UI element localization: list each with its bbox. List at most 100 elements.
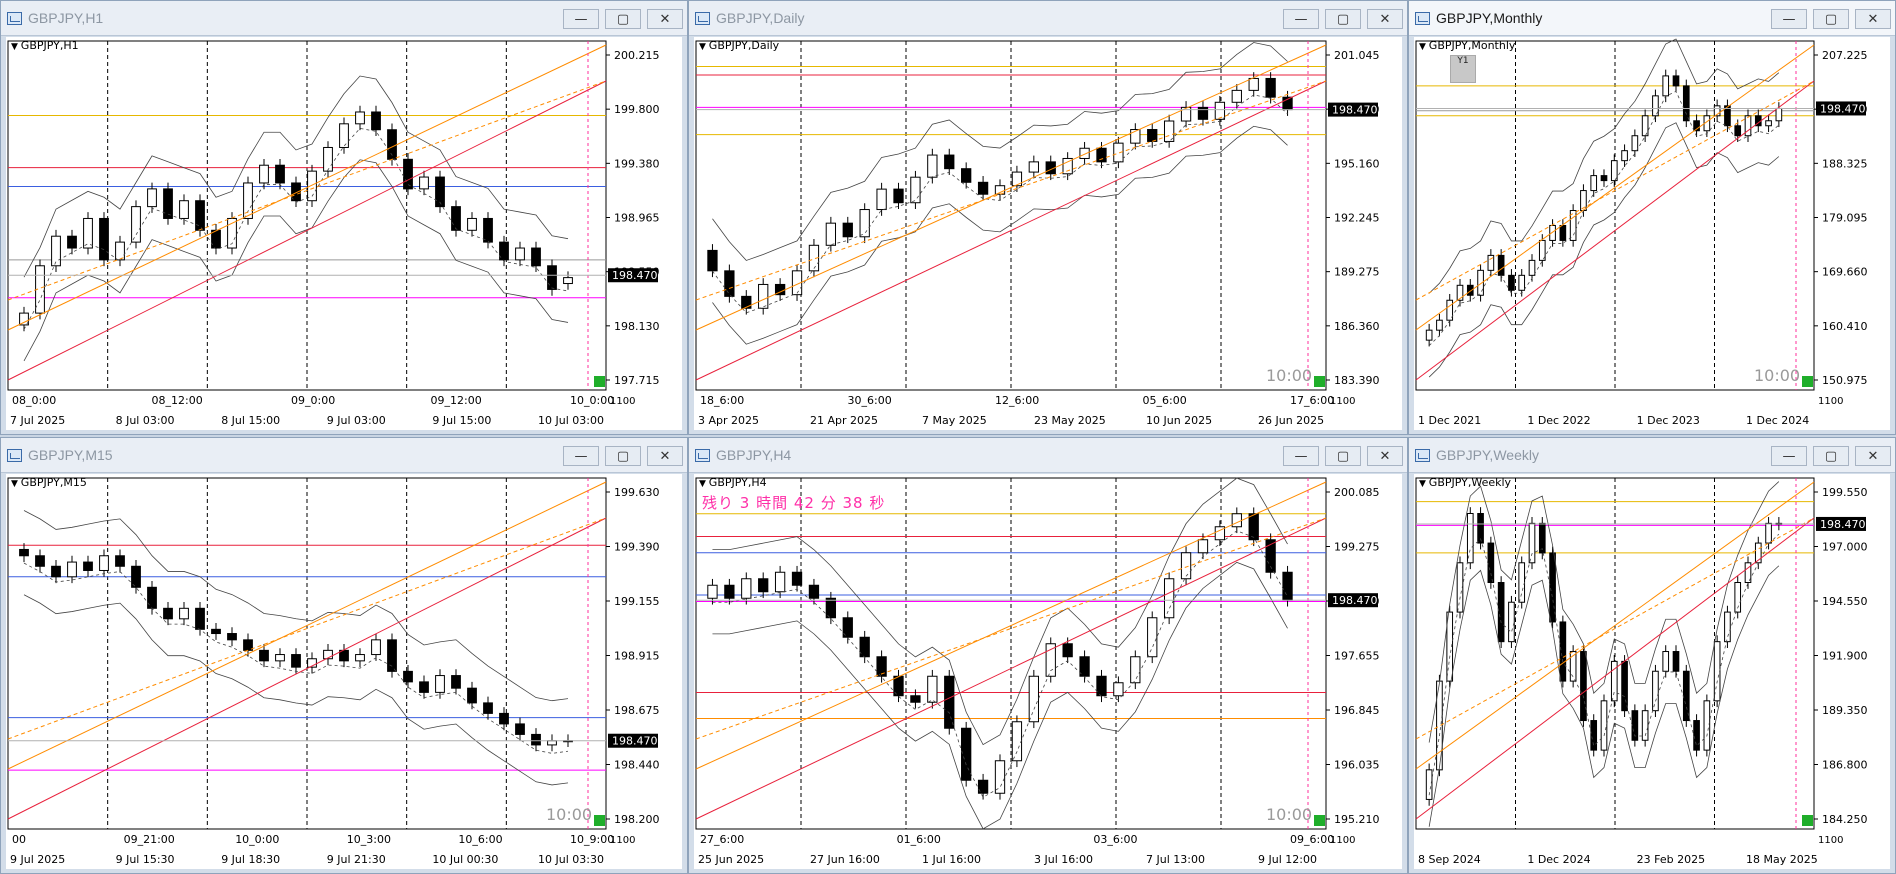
close-button[interactable]: ✕ (1367, 9, 1403, 29)
candle (707, 584, 718, 599)
title-bar[interactable]: GBPJPY,M15 — ▢ ✕ (1, 438, 687, 473)
x-axis-label-bottom: 8 Jul 03:00 (116, 414, 175, 427)
candle (1248, 77, 1259, 91)
price-chart[interactable]: 207.225 198.470 188.325 179.095 169.660 160.4… (1414, 37, 1890, 430)
candle (259, 649, 269, 662)
candle (99, 217, 109, 261)
candle (859, 636, 870, 658)
chart-area[interactable]: 200.085 199.275 198.470 197.655 196.845 196.0… (694, 474, 1402, 869)
maximize-button[interactable]: ▢ (605, 446, 641, 466)
minimize-button[interactable]: — (1771, 9, 1807, 29)
candle (83, 217, 93, 249)
period-mini-panel[interactable]: Y1 (1450, 55, 1476, 83)
candle (1652, 670, 1659, 712)
green-status-marker[interactable] (1802, 815, 1813, 826)
x-axis-label-bottom: 9 Jul 03:00 (327, 414, 386, 427)
title-bar[interactable]: GBPJPY,H4 — ▢ ✕ (689, 438, 1407, 473)
green-status-marker[interactable] (594, 376, 605, 387)
x-axis-label-top: 05_6:00 (1143, 394, 1187, 407)
close-button[interactable]: ✕ (1855, 9, 1891, 29)
candle-timer: 10:00 (1754, 366, 1801, 385)
title-bar[interactable]: GBPJPY,Daily — ▢ ✕ (689, 1, 1407, 36)
x-axis-label-bottom: 1 Dec 2021 (1418, 414, 1481, 427)
close-button[interactable]: ✕ (647, 9, 683, 29)
x-axis-label-top: 10_6:00 (458, 833, 502, 846)
chart-window-m15[interactable]: GBPJPY,M15 — ▢ ✕ 199.630 199.390 199.155 198.91… (0, 437, 688, 874)
close-button[interactable]: ✕ (647, 446, 683, 466)
title-bar[interactable]: GBPJPY,Weekly — ▢ ✕ (1409, 438, 1895, 473)
y-axis-label: 160.410 (1822, 320, 1868, 333)
candle (275, 164, 285, 184)
x-axis-label-top: 09_6:00 (1290, 833, 1334, 846)
y-axis-label: 183.390 (1334, 374, 1380, 387)
title-bar[interactable]: GBPJPY,H1 — ▢ ✕ (1, 1, 687, 36)
chart-window-h4[interactable]: GBPJPY,H4 — ▢ ✕ 200.085 199.275 198.470 197.655… (688, 437, 1408, 874)
chart-symbol-label: GBPJPY,Daily (699, 39, 779, 52)
candle (741, 578, 752, 599)
y-axis-label: 199.275 (1334, 541, 1380, 554)
price-chart[interactable]: 199.550 197.000 194.550 191.900 189.350 186.8… (1414, 474, 1890, 869)
chart-area[interactable]: 199.550 197.000 194.550 191.900 189.350 186.8… (1414, 474, 1890, 869)
title-bar[interactable]: GBPJPY,Monthly — ▢ ✕ (1409, 1, 1895, 36)
x-axis-label-top: 10_0:00 (570, 394, 614, 407)
x-axis-label-bottom: 23 May 2025 (1034, 414, 1106, 427)
candle (1724, 611, 1731, 643)
maximize-button[interactable]: ▢ (605, 9, 641, 29)
band-line (712, 477, 1288, 746)
maximize-button[interactable]: ▢ (1325, 9, 1361, 29)
candle (115, 241, 125, 261)
candle (67, 561, 77, 578)
chart-window-monthly[interactable]: GBPJPY,Monthly — ▢ ✕ 207.225 198.470 188.325 17… (1408, 0, 1896, 435)
chart-window-icon (7, 449, 22, 462)
chart-area[interactable]: 200.215199.800199.380198.965198.550198.1… (6, 37, 682, 430)
x-axis-label-top: 17_6:00 (1290, 394, 1334, 407)
y-axis-label: 195.210 (1334, 813, 1380, 826)
chart-window-h1[interactable]: GBPJPY,H1 — ▢ ✕ 200.215 199.800 199.380 198.965… (0, 0, 688, 435)
price-chart[interactable]: 200.215199.800199.380198.965198.550198.1… (6, 37, 682, 430)
green-status-marker[interactable] (1314, 815, 1325, 826)
chart-window-daily[interactable]: GBPJPY,Daily — ▢ ✕ 201.045198.130195.160192.… (688, 0, 1408, 435)
chart-window-weekly[interactable]: GBPJPY,Weekly — ▢ ✕ 199.550 197.000 194.550 191… (1408, 437, 1896, 874)
candle (1631, 135, 1639, 152)
candle (977, 181, 989, 195)
candle (179, 607, 189, 620)
green-status-marker[interactable] (1314, 376, 1325, 387)
candle (724, 584, 735, 599)
x-axis-label-bottom: 3 Jul 16:00 (1034, 853, 1093, 866)
green-status-marker[interactable] (594, 815, 605, 826)
maximize-button[interactable]: ▢ (1325, 446, 1361, 466)
x-axis-label-bottom: 1 Dec 2023 (1637, 414, 1700, 427)
x-axis-label-bottom: 9 Jul 12:00 (1258, 853, 1317, 866)
candle (115, 555, 125, 567)
green-status-marker[interactable] (1802, 376, 1813, 387)
minimize-button[interactable]: — (1283, 446, 1319, 466)
x-axis-label-top: 08_12:00 (152, 394, 203, 407)
candle (876, 188, 887, 211)
chart-area[interactable]: 201.045198.130195.160192.245189.275186.3… (694, 37, 1402, 430)
candle (467, 217, 477, 231)
candle (707, 249, 718, 272)
minimize-button[interactable]: — (1771, 446, 1807, 466)
maximize-button[interactable]: ▢ (1813, 446, 1849, 466)
minimize-button[interactable]: — (1283, 9, 1319, 29)
candle (825, 597, 837, 619)
y-axis-label: 198.440 (614, 759, 660, 772)
minimize-button[interactable]: — (563, 9, 599, 29)
chart-area[interactable]: 199.630 199.390 199.155 198.915 198.675 198.4… (6, 474, 682, 869)
minimize-button[interactable]: — (563, 446, 599, 466)
candle (35, 555, 45, 567)
x-axis-label-bottom: 7 Jul 2025 (10, 414, 65, 427)
y-axis-label: 199.800 (614, 103, 660, 116)
window-title: GBPJPY,H1 (28, 10, 104, 26)
chart-area[interactable]: 207.225 198.470 188.325 179.095 169.660 160.4… (1414, 37, 1890, 430)
maximize-button[interactable]: ▢ (1813, 9, 1849, 29)
window-title: GBPJPY,Weekly (1436, 447, 1539, 463)
close-button[interactable]: ✕ (1855, 446, 1891, 466)
candle (1734, 125, 1742, 137)
chart-window-icon (695, 449, 710, 462)
candle (1693, 720, 1700, 751)
x-axis-label-top: 30_6:00 (848, 394, 892, 407)
price-tag-label: 198.470 (612, 735, 658, 748)
price-tag-label: 198.470 (612, 269, 658, 282)
close-button[interactable]: ✕ (1367, 446, 1403, 466)
